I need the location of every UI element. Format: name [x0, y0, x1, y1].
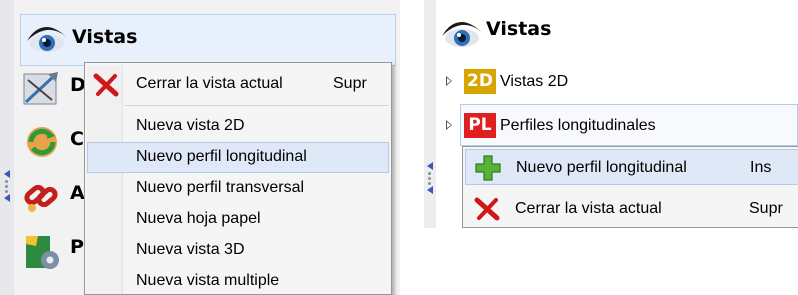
- tree-item-vistas-2d[interactable]: 2D Vistas 2D: [442, 66, 642, 98]
- menu-item-shortcut: Supr: [333, 75, 367, 92]
- gear-icon: [26, 236, 59, 269]
- menu-item-new-2d-view[interactable]: Nueva vista 2D: [87, 111, 389, 142]
- menu-item-new-longitudinal-profile[interactable]: Nuevo perfil longitudinal Ins: [465, 149, 798, 185]
- tree-item-label: A: [70, 182, 85, 204]
- panel-splitter[interactable]: [424, 0, 436, 228]
- menu-item-new-3d-view[interactable]: Nueva vista 3D: [87, 235, 389, 266]
- tree-item-label: Vistas 2D: [500, 73, 569, 90]
- badge-pl-icon: PL: [464, 113, 496, 138]
- menu-item-new-cross-section[interactable]: Nuevo perfil transversal: [87, 173, 389, 204]
- badge-2d-icon: 2D: [464, 69, 496, 94]
- expand-arrow-icon[interactable]: [446, 120, 452, 130]
- menu-separator: [125, 105, 389, 106]
- tree-item-label: Perfiles longitudinales: [500, 117, 656, 134]
- eye-icon: [442, 22, 482, 47]
- splitter-grip[interactable]: [4, 170, 10, 202]
- menu-item-shortcut: Ins: [750, 159, 772, 176]
- close-icon: [93, 73, 119, 97]
- context-menu: Nuevo perfil longitudinal Ins Cerrar la …: [462, 146, 798, 228]
- menu-item-new-paper-sheet[interactable]: Nueva hoja papel: [87, 204, 389, 235]
- context-menu: Cerrar la vista actual Supr Nueva vista …: [84, 62, 392, 295]
- menu-item-label: Nuevo perfil transversal: [136, 179, 305, 196]
- menu-item-label: Nueva vista 3D: [136, 241, 245, 258]
- refresh-icon: [27, 127, 57, 157]
- menu-item-new-longitudinal-profile[interactable]: Nuevo perfil longitudinal: [87, 142, 389, 173]
- menu-item-label: Cerrar la vista actual: [515, 200, 662, 217]
- tree-root-label: Vistas: [486, 18, 552, 40]
- tree-item-gear[interactable]: P: [20, 230, 84, 270]
- plus-icon: [475, 155, 501, 181]
- tree-item-label: P: [70, 236, 84, 258]
- right-tree-panel: Vistas 2D Vistas 2D PL Perfiles longitud…: [424, 0, 798, 295]
- splitter-grip[interactable]: [427, 162, 433, 194]
- menu-item-close-view[interactable]: Cerrar la vista actual Supr: [87, 69, 389, 100]
- tree-root-vistas[interactable]: Vistas: [20, 14, 396, 66]
- left-tree-panel: Vistas D C A P Cerrar la vista actual Su…: [0, 0, 400, 295]
- menu-item-label: Nuevo perfil longitudinal: [136, 148, 307, 165]
- menu-item-label: Nueva vista multiple: [136, 272, 280, 289]
- menu-item-label: Nuevo perfil longitudinal: [516, 159, 687, 176]
- tree-item-label: C: [70, 128, 84, 150]
- menu-item-label: Nueva vista 2D: [136, 117, 245, 134]
- tree-item-drawing[interactable]: D: [20, 68, 86, 108]
- eye-icon: [27, 27, 67, 52]
- tree-root-label: Vistas: [72, 26, 138, 48]
- link-icon: [24, 184, 58, 212]
- menu-item-label: Nueva hoja papel: [136, 210, 261, 227]
- menu-item-new-multiple-view[interactable]: Nueva vista multiple: [87, 266, 389, 295]
- close-icon: [474, 197, 500, 221]
- tree-item-link[interactable]: A: [20, 176, 85, 216]
- tree-item-perfiles-longitudinales[interactable]: PL Perfiles longitudinales: [442, 110, 762, 142]
- tree-item-refresh[interactable]: C: [20, 122, 84, 162]
- menu-item-close-view[interactable]: Cerrar la vista actual Supr: [465, 191, 798, 227]
- tree-root-vistas[interactable]: Vistas: [438, 12, 638, 56]
- panel-splitter[interactable]: [0, 0, 14, 295]
- menu-item-label: Cerrar la vista actual: [136, 75, 283, 92]
- menu-item-shortcut: Supr: [749, 200, 783, 217]
- expand-arrow-icon[interactable]: [446, 76, 452, 86]
- drawing-icon: [23, 72, 58, 105]
